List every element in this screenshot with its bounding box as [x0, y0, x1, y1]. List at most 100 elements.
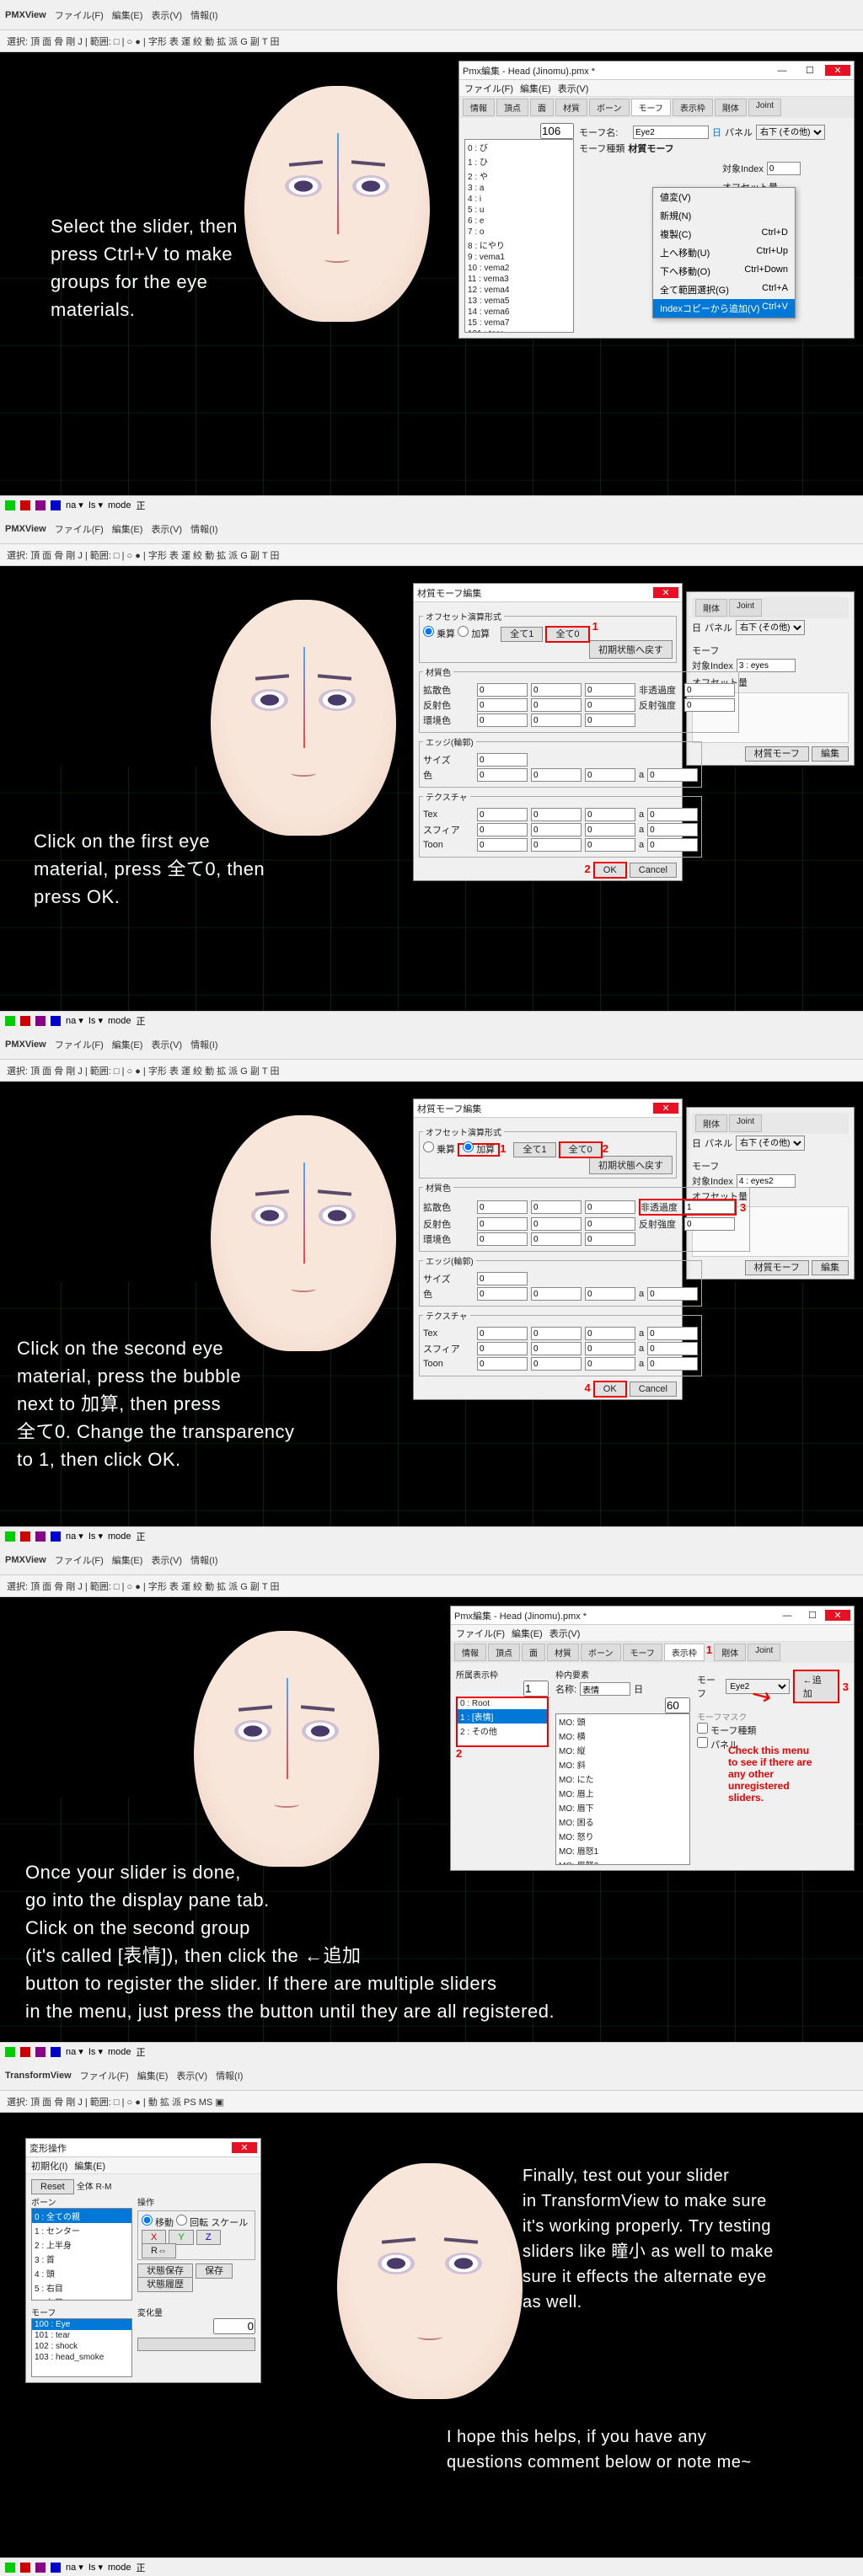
instruction-1: Select the slider, then press Ctrl+V to … [51, 212, 238, 323]
context-menu: 値変(V) 新規(N) 複製(C)Ctrl+D 上へ移動(U)Ctrl+Up 下… [652, 187, 796, 318]
ok-button-2[interactable]: OK [593, 1381, 627, 1398]
z-button[interactable]: Z [196, 2230, 221, 2245]
menu-edit[interactable]: 編集(E) [112, 8, 143, 22]
add-button[interactable]: ←追加 [793, 1670, 839, 1703]
toolbar-5[interactable]: 選択: 頂 面 骨 剛 J | 範囲: □ | ○ ● | 動 拡 派 PS M… [0, 2091, 863, 2113]
label-target-index: 対象Index [722, 162, 764, 175]
model-face-5 [337, 2163, 523, 2399]
status-blue [51, 500, 61, 510]
panel-select[interactable]: 右下 (その他) [756, 125, 825, 140]
ctx-copy[interactable]: 複製(C)Ctrl+D [653, 225, 795, 243]
tab-face[interactable]: 面 [530, 99, 554, 116]
model-face-2 [211, 600, 396, 836]
toolbar[interactable]: 選択: 頂 面 骨 剛 J | 範囲: □ | ○ ● | 字形 表 運 絞 動… [0, 30, 863, 52]
instruction-3: Click on the second eye material, press … [17, 1334, 295, 1473]
instruction-2: Click on the first eye material, press 全… [34, 827, 265, 911]
pmx-editor-display-pane: Pmx編集 - Head (Jinomu).pmx * —☐✕ ファイル(F)編… [450, 1606, 855, 1871]
tab-vertex[interactable]: 頂点 [496, 99, 528, 116]
morph-index[interactable] [540, 123, 574, 139]
ctx-select-all[interactable]: 全て範囲選択(G)Ctrl+A [653, 281, 795, 299]
panel-5: TransformView ファイル(F)編集(E)表示(V)情報(I) 選択:… [0, 2060, 863, 2576]
panel-4: PMXView ファイル(F)編集(E)表示(V)情報(I) 選択: 頂 面 骨… [0, 1545, 863, 2060]
close-icon[interactable]: ✕ [653, 587, 678, 598]
lang-icon[interactable]: 日 [692, 621, 701, 634]
tab-rigid[interactable]: 剛体 [715, 99, 747, 116]
bone-list[interactable]: 0 : 全ての親1 : センター2 : 上半身 3 : 首4 : 頭5 : 右目… [31, 2208, 132, 2301]
all0-button[interactable]: 全て0 [545, 626, 589, 643]
opacity-input[interactable] [684, 1200, 735, 1214]
morph-slider[interactable] [137, 2338, 255, 2351]
toolbar-2[interactable]: 選択: 頂 面 骨 剛 J | 範囲: □ | ○ ● | 字形 表 運 絞 動… [0, 544, 863, 566]
panel-2: PMXView ファイル(F) 編集(E) 表示(V) 情報(I) 選択: 頂 … [0, 514, 863, 1029]
lang-icon[interactable]: 日 [712, 126, 721, 139]
target-index[interactable] [767, 162, 801, 175]
ctx-new[interactable]: 新規(N) [653, 206, 795, 225]
menu-info[interactable]: 情報(I) [190, 8, 217, 22]
instruction-5b: I hope this helps, if you have any quest… [447, 2424, 752, 2475]
tab-morph[interactable]: モーフ [631, 99, 671, 116]
display-group-list[interactable]: 0 : Root 1 : [表情] 2 : その他 [456, 1697, 549, 1747]
maximize-icon[interactable]: ☐ [797, 65, 823, 76]
pmx-menu-file[interactable]: ファイル(F) [464, 82, 513, 95]
ctx-value[interactable]: 値変(V) [653, 188, 795, 206]
red-annotation: Check this menu to see if there are any … [728, 1745, 838, 1804]
tab-display[interactable]: 表示枠 [673, 99, 713, 116]
material-morph-btn[interactable]: 材質モーフ [745, 746, 809, 762]
frame-elements-list[interactable]: MO: 頭MO: 横MO: 縦 MO: 斜MO: にたMO: 眉上 MO: 眉下… [555, 1713, 690, 1865]
close-icon[interactable]: ✕ [825, 65, 850, 76]
all0-button-2[interactable]: 全て0 [559, 1141, 603, 1158]
morph-name-input[interactable] [633, 126, 709, 139]
tab-joint[interactable]: Joint [748, 99, 781, 116]
minimize-icon[interactable]: — [769, 66, 795, 76]
panel-3: PMXView ファイル(F)編集(E)表示(V)情報(I) 選択: 頂 面 骨… [0, 1029, 863, 1545]
label-morph-name: モーフ名: [579, 126, 630, 139]
status-seg[interactable]: 正 [137, 499, 146, 512]
app-title: PMXView [5, 10, 46, 20]
radio-mul-2[interactable] [423, 1141, 434, 1152]
instruction-5a: Finally, test out your slider in Transfo… [523, 2163, 774, 2315]
panel-1: PMXView ファイル(F) 編集(E) 表示(V) 情報(I) 選択: 頂 … [0, 0, 863, 514]
pmxview-menubar: PMXView ファイル(F) 編集(E) 表示(V) 情報(I) [0, 0, 863, 30]
edit-btn[interactable]: 編集 [812, 746, 849, 762]
ctx-down[interactable]: 下へ移動(O)Ctrl+Down [653, 262, 795, 281]
morph-list-tv[interactable]: 100 : Eye101 : tear 102 : shock103 : hea… [31, 2318, 132, 2377]
reset-button[interactable]: Reset [31, 2179, 74, 2194]
tab-display-active[interactable]: 表示枠 [664, 1643, 705, 1661]
pmx-menu-view[interactable]: 表示(V) [558, 82, 589, 95]
material-morph-edit-dialog: 材質モーフ編集✕ オフセット演算形式 乗算 加算 全て1 全て0 1 初期状態へ… [413, 583, 683, 881]
cancel-button[interactable]: Cancel [630, 863, 677, 878]
status-green [5, 500, 15, 510]
label-morph-type: モーフ種類 [579, 142, 624, 155]
ok-button[interactable]: OK [593, 862, 627, 879]
ctx-up[interactable]: 上へ移動(U)Ctrl+Up [653, 243, 795, 262]
radio-mul[interactable] [423, 626, 434, 637]
target-index-2[interactable] [737, 659, 796, 672]
radio-add[interactable] [458, 626, 469, 637]
material-morph-edit-dialog-2: 材質モーフ編集✕ オフセット演算形式 乗算 加算1 全て1 全て02 初期状態へ… [413, 1098, 683, 1400]
status-bar: na ▾ Is ▾ mode 正 [0, 495, 863, 514]
ctx-index-copy-add[interactable]: Indexコピーから追加(V)Ctrl+V [653, 299, 795, 318]
pmx-menu-edit[interactable]: 編集(E) [520, 82, 551, 95]
status-na[interactable]: na ▾ [66, 500, 83, 510]
tab-info[interactable]: 情報 [463, 99, 495, 116]
morph-list[interactable]: 0 : び1 : ひ2 : や 3 : a4 : i5 : u 6 : e7 :… [464, 139, 574, 333]
pmx-tabs: 情報 頂点 面 材質 ボーン モーフ 表示枠 剛体 Joint [459, 97, 854, 118]
status-purple [35, 500, 46, 510]
tab-material[interactable]: 材質 [555, 99, 587, 116]
status-red [20, 500, 30, 510]
model-face-3 [211, 1115, 396, 1351]
reset-init-button[interactable]: 初期状態へ戻す [589, 640, 673, 659]
status-mode: mode [108, 500, 131, 510]
window-controls: — ☐ ✕ [769, 65, 850, 76]
model-face [244, 86, 430, 322]
instruction-4: Once your slider is done, go into the di… [25, 1858, 555, 2025]
status-is[interactable]: Is ▾ [88, 500, 103, 510]
tab-bone[interactable]: ボーン [589, 99, 630, 116]
all1-button[interactable]: 全て1 [501, 627, 543, 642]
menu-view[interactable]: 表示(V) [151, 8, 182, 22]
menu-file[interactable]: ファイル(F) [55, 8, 104, 22]
morph-type-value: 材質モーフ [628, 142, 673, 155]
radio-add-2[interactable] [463, 1141, 474, 1152]
pmxview-menubar-2: PMXView ファイル(F) 編集(E) 表示(V) 情報(I) [0, 514, 863, 544]
rate-value[interactable] [213, 2318, 255, 2334]
